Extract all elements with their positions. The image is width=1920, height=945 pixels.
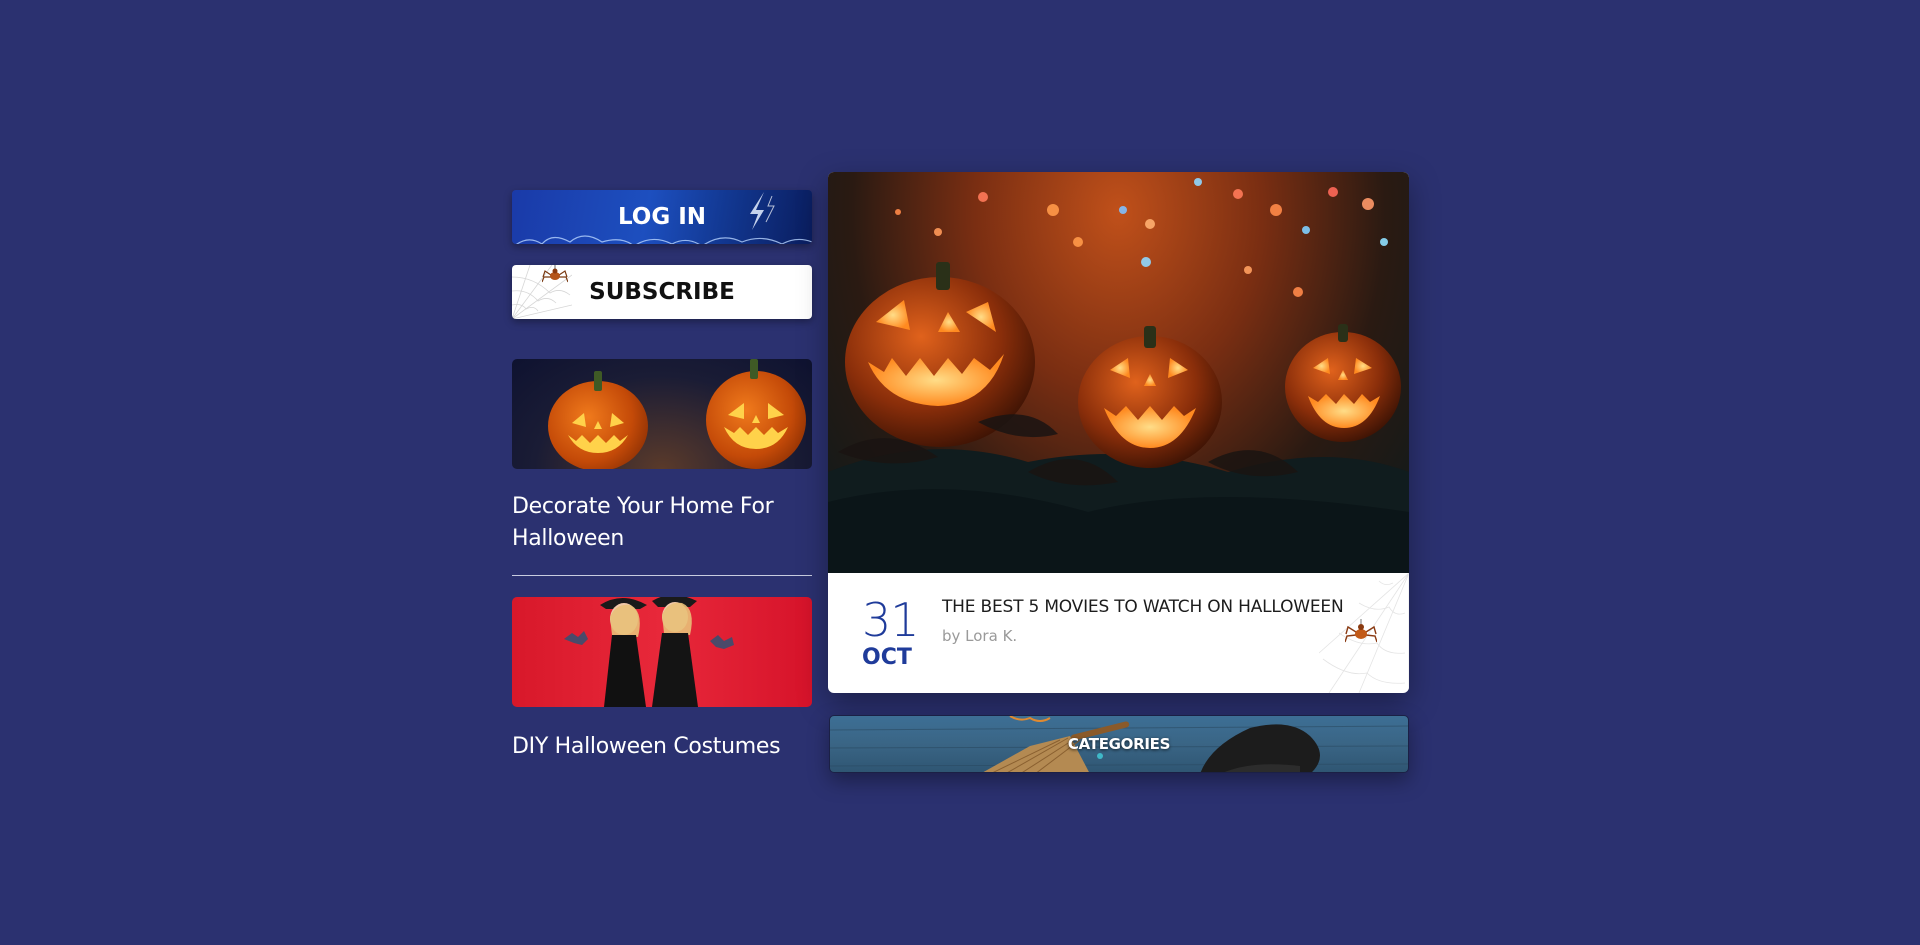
login-label: LOG IN: [617, 204, 707, 230]
witches-illustration: [564, 597, 734, 707]
featured-article-card[interactable]: 31 OCT THE BEST 5 MOVIES TO WATCH ON HAL…: [828, 172, 1409, 693]
date-day: 31: [862, 593, 920, 647]
costumes-article-image[interactable]: [512, 597, 812, 707]
pumpkin-stem: [594, 371, 602, 391]
featured-article-title[interactable]: THE BEST 5 MOVIES TO WATCH ON HALLOWEEN: [942, 597, 1344, 617]
decorate-article-image[interactable]: [512, 359, 812, 469]
featured-article-author: by Lora K.: [942, 627, 1018, 645]
subscribe-label: SUBSCRIBE: [589, 279, 735, 305]
featured-article-body: 31 OCT THE BEST 5 MOVIES TO WATCH ON HAL…: [828, 573, 1409, 693]
login-button[interactable]: LOG IN: [512, 190, 812, 244]
costumes-article-title[interactable]: DIY Halloween Costumes: [512, 731, 812, 763]
pumpkin-stem: [750, 359, 758, 379]
pumpkins-scene: [828, 178, 1409, 573]
pumpkin-face: [724, 403, 788, 449]
spider-icon: [1345, 619, 1377, 643]
spider-icon: [542, 265, 568, 283]
categories-label: CATEGORIES: [1067, 735, 1171, 753]
divider: [512, 575, 812, 576]
featured-article-image[interactable]: [828, 172, 1409, 573]
subscribe-button[interactable]: SUBSCRIBE: [512, 265, 812, 319]
decorate-article-title[interactable]: Decorate Your Home For Halloween: [512, 491, 812, 555]
sidebar: LOG IN SUBSCRIBE Decorate Your Home For …: [512, 190, 812, 763]
page-layout: LOG IN SUBSCRIBE Decorate Your Home For …: [512, 172, 1409, 773]
lightning-icon: [750, 192, 775, 230]
pumpkin-face: [568, 413, 628, 453]
categories-button[interactable]: CATEGORIES: [829, 715, 1409, 773]
date-month: OCT: [862, 645, 912, 670]
